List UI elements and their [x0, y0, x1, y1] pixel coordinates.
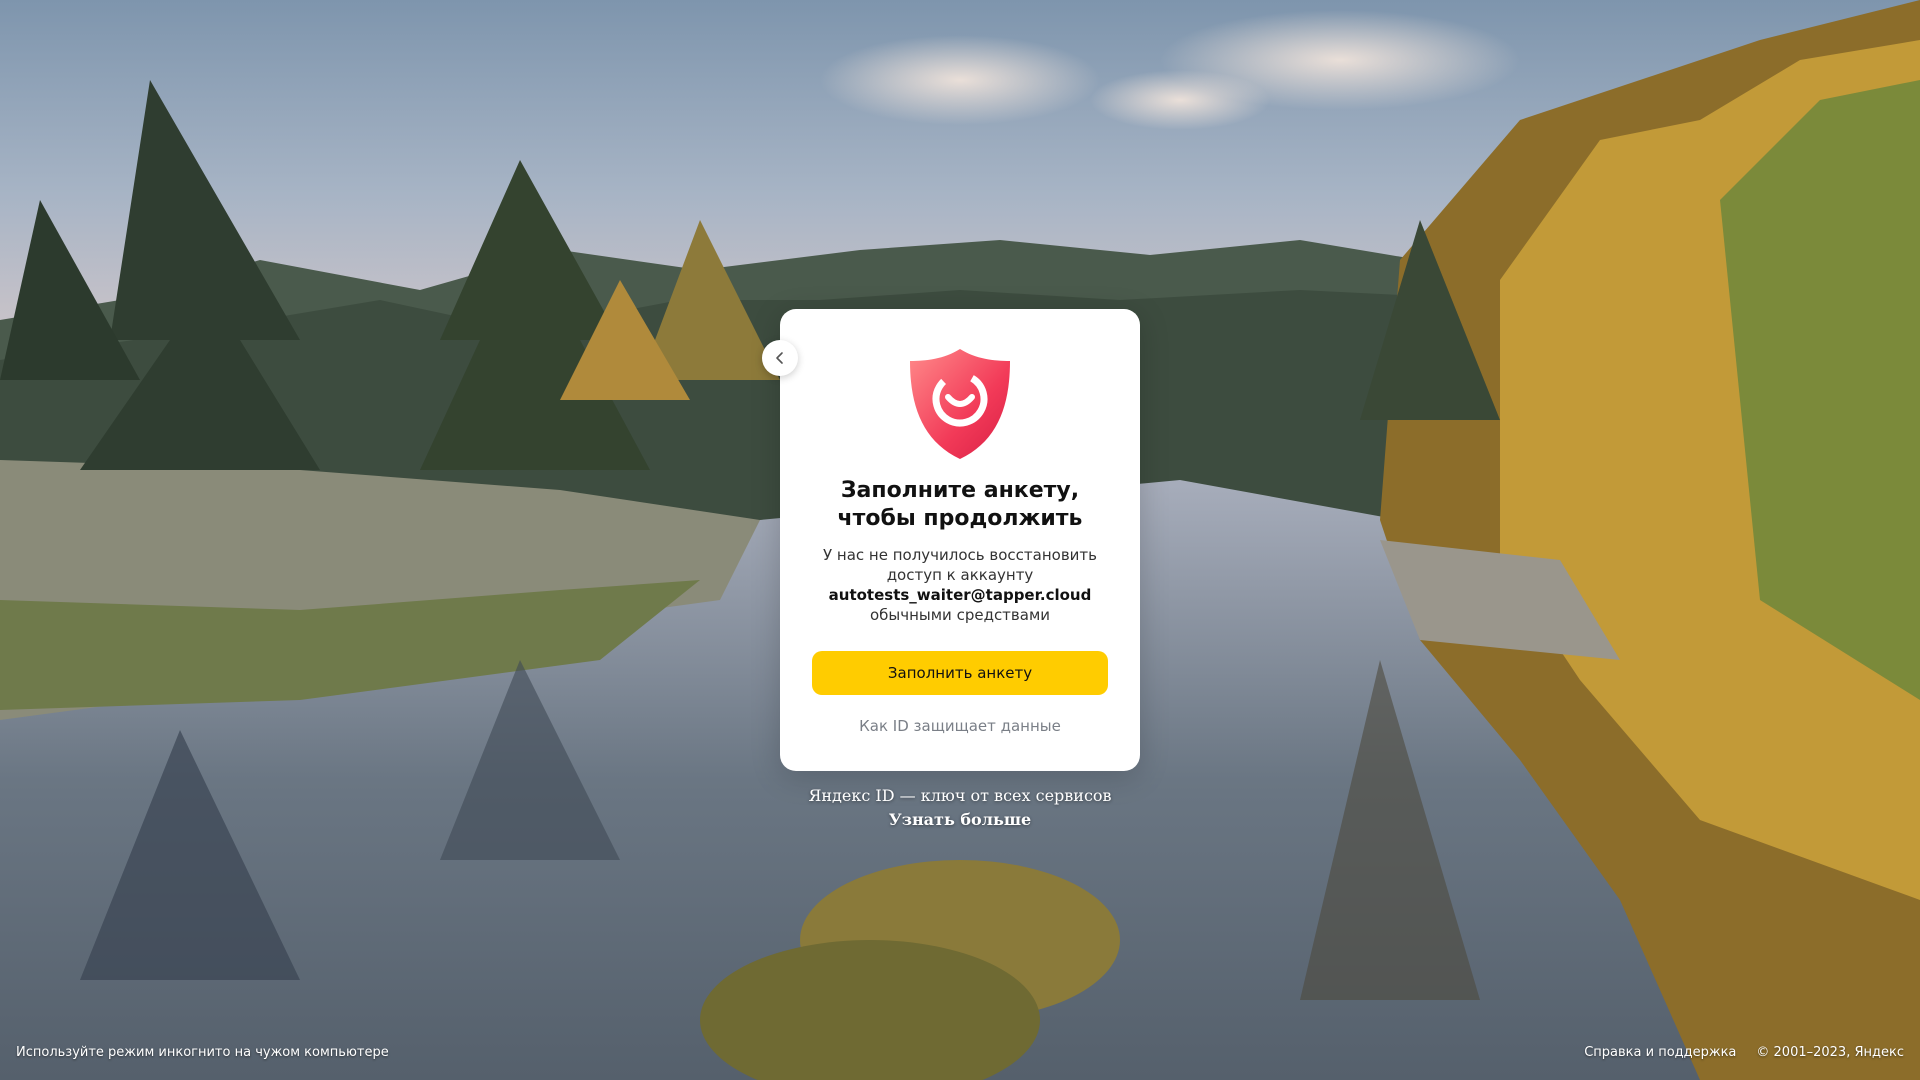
incognito-hint: Используйте режим инкогнито на чужом ком…: [16, 1045, 389, 1060]
help-support-link[interactable]: Справка и поддержка: [1584, 1045, 1736, 1060]
fill-form-button[interactable]: Заполнить анкету: [812, 651, 1108, 695]
chevron-left-icon: [776, 352, 783, 364]
how-id-protects-link[interactable]: Как ID защищает данные: [800, 717, 1120, 735]
card-description: У нас не получилось восстановить доступ …: [800, 545, 1120, 625]
card-title: Заполните анкету, чтобы продолжить: [837, 478, 1083, 531]
copyright: © 2001–2023, Яндекс: [1756, 1045, 1904, 1060]
promo-block: Яндекс ID — ключ от всех сервисов Узнать…: [760, 784, 1160, 832]
shield-smile-icon: [910, 349, 1010, 459]
footer-links: Справка и поддержка © 2001–2023, Яндекс: [1584, 1045, 1904, 1060]
desc-line-2: доступ к аккаунту: [886, 566, 1034, 584]
promo-text: Яндекс ID — ключ от всех сервисов: [808, 786, 1112, 805]
desc-line-1: У нас не получилось восстановить: [823, 546, 1097, 564]
back-button[interactable]: [762, 340, 798, 376]
learn-more-link[interactable]: Узнать больше: [760, 808, 1160, 832]
account-login: autotests_waiter@tapper.cloud: [828, 586, 1092, 604]
desc-line-3: обычными средствами: [869, 606, 1051, 624]
recovery-card: Заполните анкету, чтобы продолжить У нас…: [780, 309, 1140, 771]
